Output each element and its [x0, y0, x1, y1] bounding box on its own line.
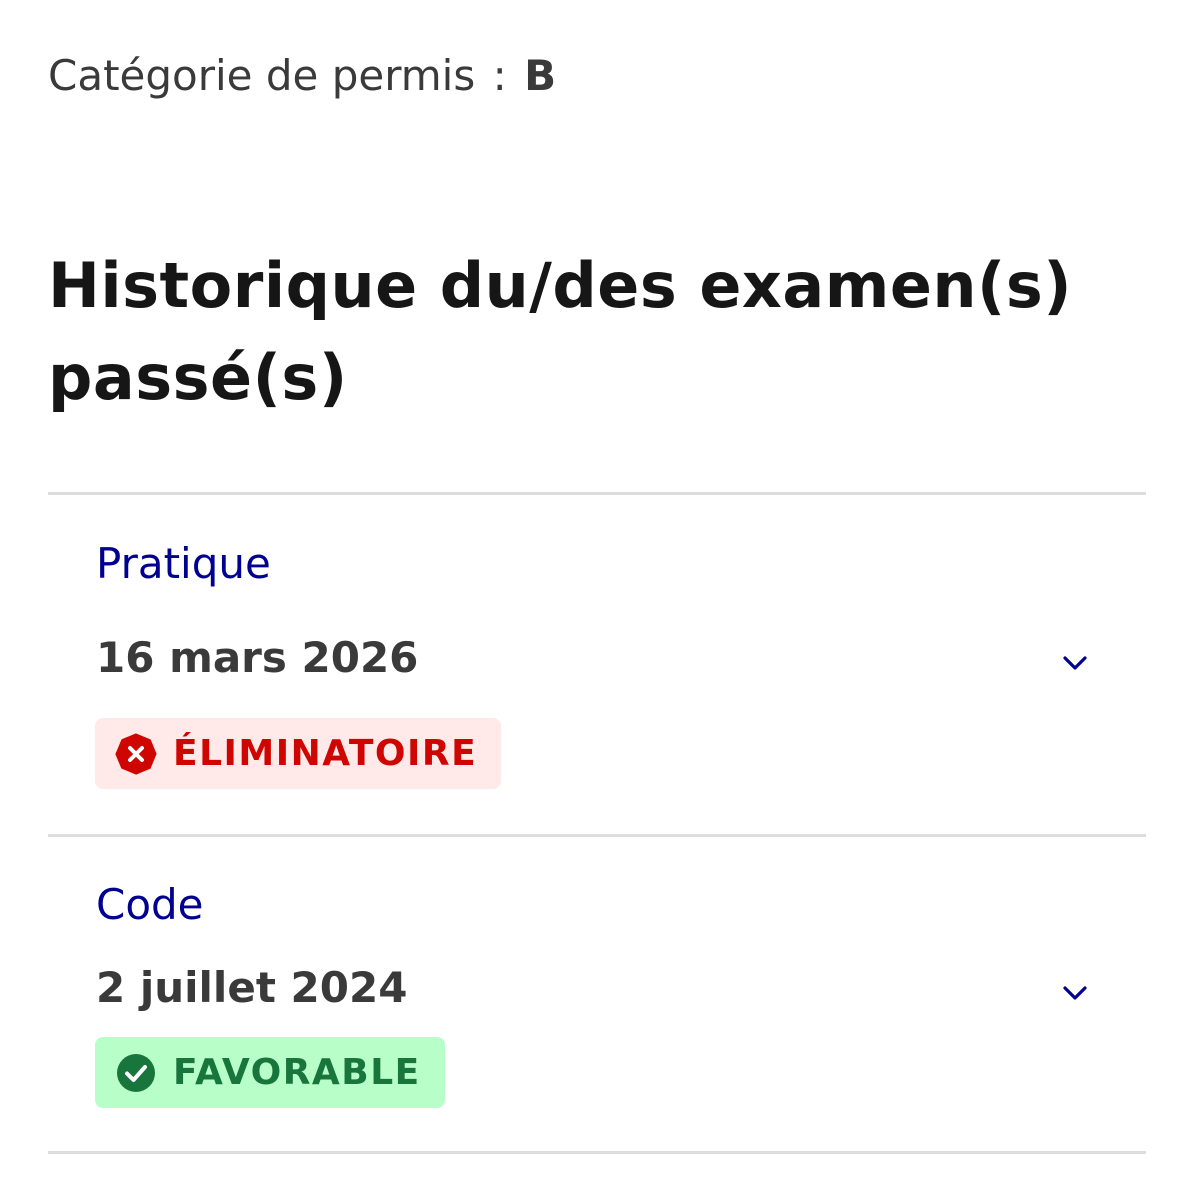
status-badge-favorable: FAVORABLE: [95, 1037, 445, 1108]
permit-category-value: B: [524, 51, 557, 100]
status-badge-label: FAVORABLE: [173, 1051, 421, 1093]
exam-type: Code: [96, 880, 204, 929]
permit-category-label: Catégorie de permis: [48, 51, 476, 100]
divider: [48, 492, 1146, 495]
divider: [48, 834, 1146, 837]
chevron-down-icon[interactable]: [1060, 652, 1090, 674]
check-circle-icon: [115, 1052, 157, 1094]
permit-category-separator: :: [492, 51, 507, 100]
chevron-down-icon[interactable]: [1060, 982, 1090, 1004]
divider: [48, 1151, 1146, 1154]
status-badge-label: ÉLIMINATOIRE: [173, 732, 478, 774]
error-octagon-icon: [115, 732, 157, 775]
exam-type: Pratique: [96, 539, 271, 588]
status-badge-eliminatoire: ÉLIMINATOIRE: [95, 718, 502, 789]
exam-date: 2 juillet 2024: [96, 963, 408, 1012]
permit-category: Catégorie de permis : B: [48, 50, 556, 102]
section-title: Historique du/des examen(s) passé(s): [48, 249, 1073, 414]
exam-date: 16 mars 2026: [96, 633, 419, 682]
